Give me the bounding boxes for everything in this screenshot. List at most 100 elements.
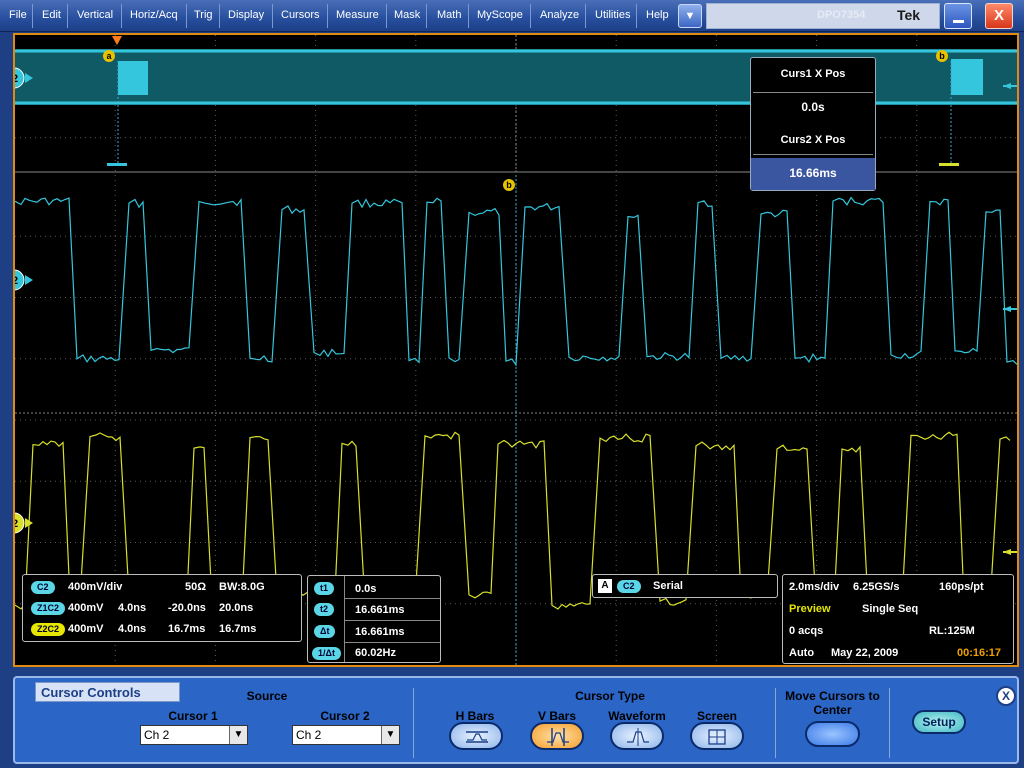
panel-close-button[interactable]: X	[996, 686, 1016, 706]
t2-value: 16.661ms	[355, 604, 405, 616]
menu-myscope[interactable]: MyScope	[476, 9, 524, 21]
zoom2-delay: 16.7ms	[219, 623, 257, 635]
menu-measure[interactable]: Measure	[335, 9, 380, 21]
cursor1-label: Cursor 1	[168, 709, 218, 723]
panel-divider	[775, 688, 776, 758]
curs1-label: Curs1 X Pos	[780, 68, 846, 80]
menu-cursors[interactable]: Cursors	[280, 9, 321, 21]
cursor1-source-select[interactable]: Ch 2 ▼	[140, 725, 248, 745]
menu-edit[interactable]: Edit	[41, 9, 62, 21]
menu-mask[interactable]: Mask	[393, 9, 421, 21]
ch2-overview-marker-text: 2	[15, 73, 18, 85]
time: 00:16:17	[957, 647, 1002, 659]
sample-rate: 6.25GS/s	[853, 581, 900, 593]
cursor-type-label: Cursor Type	[575, 689, 645, 703]
horizontal-scale: 2.0ms/div	[789, 581, 840, 593]
menu-divider	[32, 4, 33, 28]
cursor2-source-value: Ch 2	[296, 728, 322, 742]
acquisition-count: 0 acqs	[789, 625, 824, 637]
panel-title: Cursor Controls	[35, 682, 180, 702]
waveform-button[interactable]	[610, 722, 664, 750]
date: May 22, 2009	[831, 647, 899, 659]
menu-divider	[386, 4, 387, 28]
v-bars-button[interactable]	[530, 722, 584, 750]
readout-divider	[344, 620, 440, 621]
menu-divider	[121, 4, 122, 28]
t1-value: 0.0s	[355, 583, 377, 595]
scope-display[interactable]: abb222 Curs1 X Pos 0.0s Curs2 X Pos 16.6…	[13, 33, 1019, 667]
chevron-down-icon[interactable]: ▼	[381, 726, 399, 744]
record-length: RL:125M	[929, 625, 975, 637]
ch2-zoom2-marker-text: 2	[15, 518, 18, 530]
waveform-label: Waveform	[608, 709, 666, 723]
h-bars-button[interactable]	[449, 722, 503, 750]
screen-button[interactable]	[690, 722, 744, 750]
menu-help[interactable]: Help	[645, 9, 670, 21]
readout-divider	[344, 598, 440, 599]
curs2-label: Curs2 X Pos	[780, 134, 846, 146]
window-close-button[interactable]: X	[985, 3, 1013, 29]
menu-utilities[interactable]: Utilities	[594, 9, 631, 21]
trigger-position-marker	[112, 36, 122, 45]
cursor2-source-select[interactable]: Ch 2 ▼	[292, 725, 400, 745]
minimize-button[interactable]	[944, 3, 972, 29]
trigger-a-badge: A	[598, 579, 612, 593]
menu-dropdown-button[interactable]: ▼	[678, 4, 702, 28]
v-bars-icon	[547, 728, 569, 746]
panel-divider	[889, 688, 890, 758]
cursor-delta-readout[interactable]: t1 0.0s t2 16.661ms Δt 16.661ms 1/Δt 60.…	[307, 575, 441, 663]
resolution: 160ps/pt	[939, 581, 984, 593]
menu-divider	[468, 4, 469, 28]
setup-button[interactable]: Setup	[912, 710, 966, 734]
menu-trig[interactable]: Trig	[193, 9, 214, 21]
acquisition-mode: Preview	[789, 603, 831, 615]
waveform-cursor-icon	[627, 728, 649, 746]
model-label: DPO7354	[817, 9, 866, 21]
channel-readout[interactable]: C2 400mV/div 50Ω BW:8.0G Z1C2 400mV 4.0n…	[22, 574, 302, 642]
readout-divider	[753, 154, 873, 155]
t2-badge: t2	[314, 603, 335, 616]
trigger-readout[interactable]: A C2 Serial	[592, 574, 778, 598]
delta-t-value: 16.661ms	[355, 626, 405, 638]
zoom1-scale: 400mV	[68, 602, 104, 614]
menu-divider	[636, 4, 637, 28]
channel-badge: C2	[31, 581, 55, 594]
v-bars-label: V Bars	[537, 709, 577, 723]
trigger-type: Serial	[653, 580, 683, 592]
move-cursors-to-center-button[interactable]	[805, 721, 860, 747]
curs1-value[interactable]: 0.0s	[751, 100, 875, 114]
menu-analyze[interactable]: Analyze	[539, 9, 580, 21]
screen-grid-icon	[708, 729, 726, 745]
menu-divider	[186, 4, 187, 28]
menu-math[interactable]: Math	[436, 9, 462, 21]
menu-vertical[interactable]: Vertical	[76, 9, 114, 21]
move-to-center-label: Move Cursors to Center	[785, 689, 880, 717]
acquisition-readout[interactable]: 2.0ms/div 6.25GS/s 160ps/pt Preview Sing…	[782, 574, 1014, 664]
cursor2-label: Cursor 2	[320, 709, 370, 723]
frequency-value: 60.02Hz	[355, 647, 396, 659]
cursor-position-readout[interactable]: Curs1 X Pos 0.0s Curs2 X Pos 16.66ms	[750, 57, 876, 191]
chevron-down-icon[interactable]: ▼	[229, 726, 247, 744]
menu-file[interactable]: File	[8, 9, 28, 21]
menu-horiz-acq[interactable]: Horiz/Acq	[129, 9, 179, 21]
menu-divider	[585, 4, 586, 28]
panel-divider	[413, 688, 414, 758]
tek-logo-box: DPO7354 Tek	[706, 3, 940, 29]
zoom2-timescale: 4.0ns	[118, 623, 147, 635]
menu-divider	[426, 4, 427, 28]
tek-logo: Tek	[897, 7, 921, 23]
zoom-cursor-b-label: b	[506, 180, 512, 190]
menu-divider	[327, 4, 328, 28]
zoom1-timescale: 4.0ns	[118, 602, 147, 614]
curs2-value[interactable]: 16.66ms	[751, 166, 875, 180]
menu-divider	[272, 4, 273, 28]
menu-display[interactable]: Display	[227, 9, 265, 21]
inverse-delta-t-badge: 1/Δt	[312, 647, 341, 660]
ch2-termination: 50Ω	[185, 581, 207, 593]
readout-divider	[753, 92, 873, 93]
zoom1-badge: Z1C2	[31, 602, 66, 615]
overview-pulse	[118, 61, 148, 95]
readout-divider	[344, 642, 440, 643]
menu-divider	[530, 4, 531, 28]
readout-divider	[344, 576, 345, 662]
